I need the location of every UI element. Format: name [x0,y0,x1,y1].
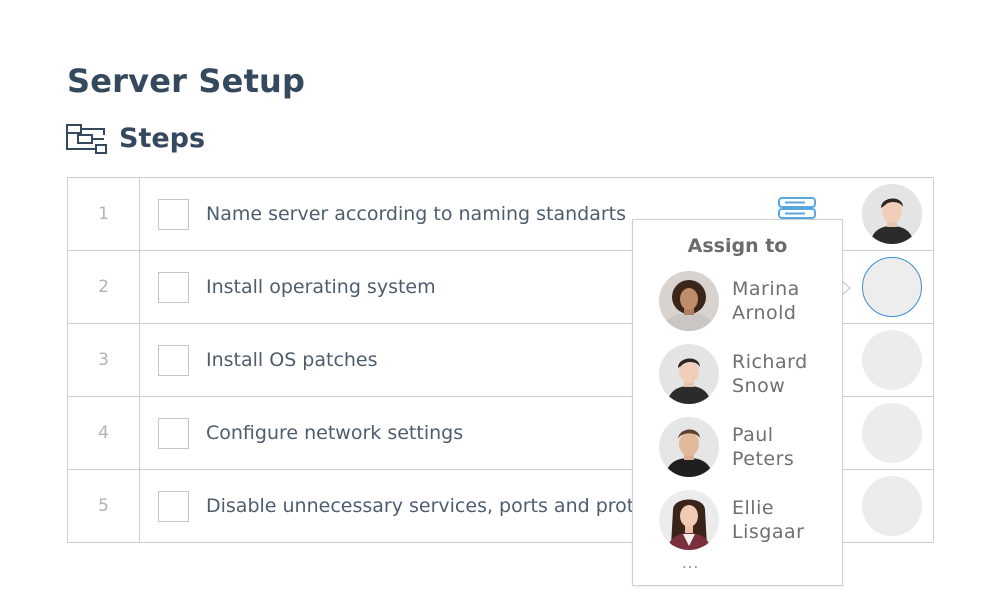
person-first-name: Marina [732,278,800,300]
popover-arrow [841,280,851,296]
step-number: 5 [68,470,140,542]
step-label: Name server according to naming standart… [206,203,627,225]
avatar [659,271,719,331]
person-first-name: Paul [732,424,774,446]
step-label: Configure network settings [206,422,464,444]
assignee-placeholder[interactable] [862,403,922,463]
step-label: Install OS patches [206,349,378,371]
assignee-placeholder[interactable] [862,476,922,536]
avatar [862,184,922,244]
more-indicator[interactable]: ... [682,554,699,572]
person-first-name: Richard [732,351,808,373]
assignee-avatar[interactable] [862,184,922,244]
step-number: 2 [68,251,140,323]
person-option-marina-arnold[interactable]: Marina Arnold [659,271,839,331]
step-checkbox[interactable] [158,418,189,449]
step-checkbox[interactable] [158,272,189,303]
step-label: Disable unnecessary services, ports and … [206,495,684,517]
person-option-paul-peters[interactable]: Paul Peters [659,417,839,477]
person-last-name: Peters [732,448,795,470]
avatar [659,344,719,404]
step-label: Install operating system [206,276,436,298]
page-title: Server Setup [67,62,306,100]
avatar [659,417,719,477]
person-option-ellie-lisgaar[interactable]: Ellie Lisgaar [659,490,839,550]
person-first-name: Ellie [732,497,775,519]
avatar [659,490,719,550]
step-checkbox[interactable] [158,491,189,522]
person-last-name: Lisgaar [732,521,805,543]
step-checkbox[interactable] [158,199,189,230]
section-header: Steps [66,123,205,154]
step-number: 4 [68,397,140,469]
step-checkbox[interactable] [158,345,189,376]
assignee-placeholder[interactable] [862,257,922,317]
person-option-richard-snow[interactable]: Richard Snow [659,344,839,404]
workflow-icon [66,123,107,154]
person-last-name: Arnold [732,302,797,324]
person-last-name: Snow [732,375,786,397]
assignee-placeholder[interactable] [862,330,922,390]
assign-popover: Assign to Marina Arnold Richard Snow Pau… [632,219,843,586]
section-title: Steps [119,123,206,154]
step-number: 1 [68,178,140,250]
popover-title: Assign to [687,235,788,257]
step-number: 3 [68,324,140,396]
